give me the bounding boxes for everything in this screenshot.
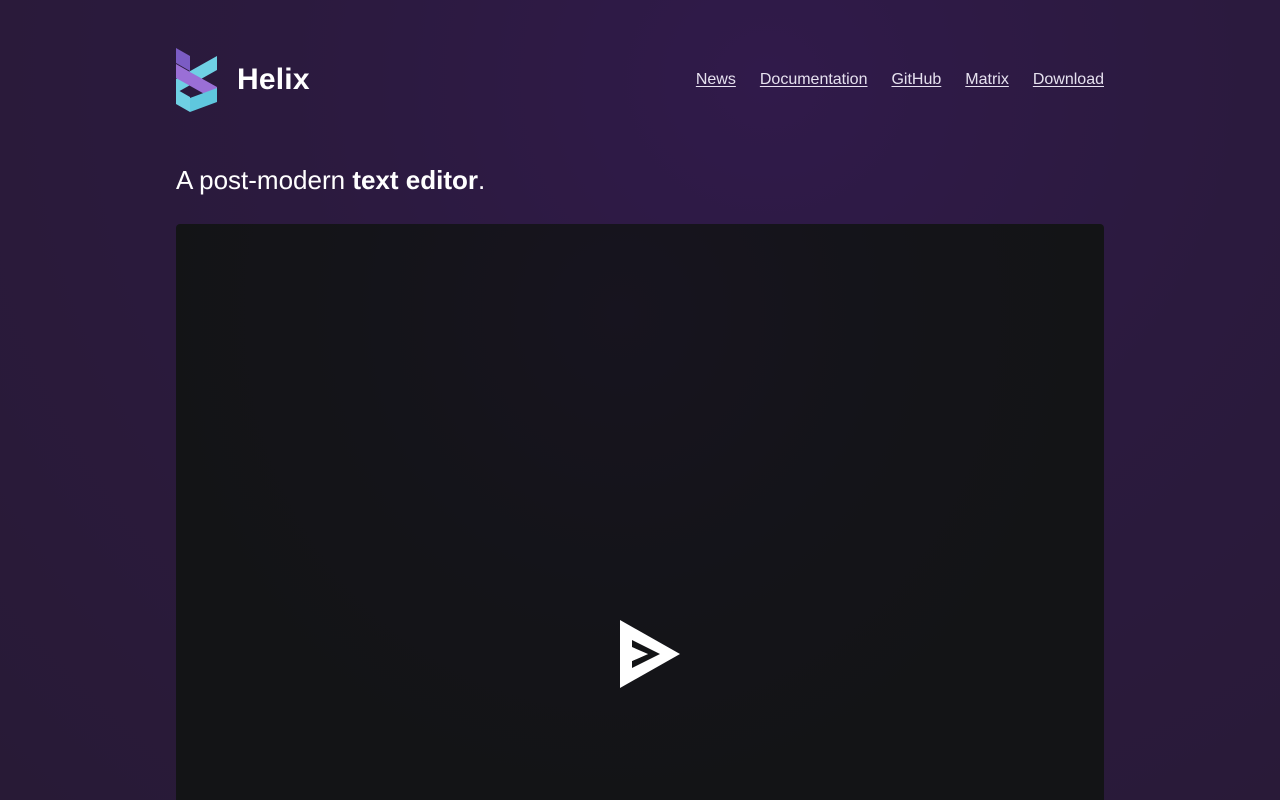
tagline-suffix: . bbox=[478, 165, 486, 195]
nav-link-github[interactable]: GitHub bbox=[891, 68, 941, 92]
nav-link-documentation[interactable]: Documentation bbox=[760, 68, 868, 92]
brand-home-link[interactable]: Helix bbox=[176, 48, 310, 112]
page-container: Helix News Documentation GitHub Matrix D… bbox=[176, 0, 1104, 800]
helix-logo-icon bbox=[176, 48, 217, 112]
hero-tagline: A post-modern text editor. bbox=[176, 160, 485, 200]
nav-link-news[interactable]: News bbox=[696, 68, 736, 92]
demo-video-player[interactable] bbox=[176, 224, 1104, 800]
site-header: Helix News Documentation GitHub Matrix D… bbox=[176, 48, 1104, 112]
nav-link-download[interactable]: Download bbox=[1033, 68, 1104, 92]
asciinema-play-icon[interactable] bbox=[620, 620, 680, 688]
tagline-emphasis: text editor bbox=[352, 165, 478, 195]
nav-link-matrix[interactable]: Matrix bbox=[965, 68, 1009, 92]
tagline-prefix: A post-modern bbox=[176, 165, 353, 195]
main-nav: News Documentation GitHub Matrix Downloa… bbox=[672, 68, 1104, 92]
brand-name: Helix bbox=[237, 63, 310, 96]
